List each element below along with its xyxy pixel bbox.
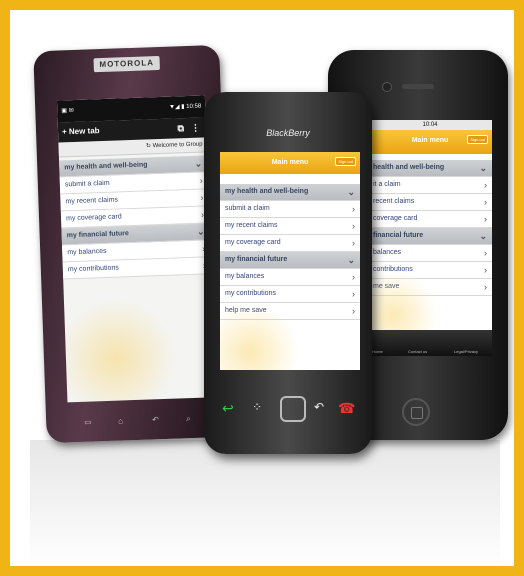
chevron-right-icon: › <box>352 238 355 248</box>
chevron-right-icon: › <box>352 272 355 282</box>
status-time: 10:04 <box>422 122 438 128</box>
motorola-logo: MOTOROLA <box>93 55 160 73</box>
chevron-down-icon: ⌄ <box>479 163 487 173</box>
menu-section-header[interactable]: financial future ⌄ <box>368 228 492 245</box>
blackberry-screen: Main menu Sign out my health and well-be… <box>220 152 360 370</box>
chevron-right-icon: › <box>484 180 487 190</box>
menu-item-label: submit a claim <box>64 179 110 189</box>
reflection <box>30 440 500 566</box>
chevron-right-icon: › <box>352 306 355 316</box>
menu-section-header[interactable]: health and well-being ⌄ <box>368 160 492 177</box>
menu-item[interactable]: my recent claims › <box>220 218 360 235</box>
trackpad[interactable] <box>280 396 306 422</box>
bb-menu-icon[interactable]: ⁘ <box>252 400 262 414</box>
home-button[interactable] <box>402 398 430 426</box>
back-nav-icon[interactable]: ↶ <box>152 415 162 424</box>
iphone-screen: 10:04 Main menu Sign out health and well… <box>368 120 492 356</box>
menu-item[interactable]: my balances › <box>220 269 360 286</box>
status-icons-right: ▼◢ ▮ 10:58 <box>168 103 202 111</box>
background-sun-graphic <box>56 296 179 403</box>
iphone-tab-bar: Home Contact us Legal/Privacy <box>368 330 492 356</box>
chevron-down-icon: ⌄ <box>194 158 203 169</box>
chevron-down-icon: ⌄ <box>347 255 355 265</box>
blackberry-device: BlackBerry Main menu Sign out my health … <box>204 92 372 454</box>
bb-key-row: ↩ ⁘ ↶ ☎ <box>214 388 362 432</box>
end-call-icon[interactable]: ☎ <box>338 400 355 417</box>
overflow-menu-icon[interactable]: ⋮ <box>191 118 201 138</box>
menu-item-label: coverage card <box>373 215 418 222</box>
menu-item-label: submit a claim <box>225 205 270 212</box>
tab-home[interactable]: Home <box>372 349 383 354</box>
tabs-icon[interactable]: ⧉ <box>177 118 184 138</box>
menu-item-label: my health and well-being <box>225 188 309 195</box>
menu-item-label: my coverage card <box>225 239 281 246</box>
photo-frame: 10:04 Main menu Sign out health and well… <box>0 0 524 576</box>
camera-icon <box>382 82 392 92</box>
new-tab-button[interactable]: + New tab <box>62 126 100 136</box>
menu-item-label: my coverage card <box>65 213 122 223</box>
motorola-screen: ▣ ✉ ▼◢ ▮ 10:58 + New tab ⧉ ⋮ ↻ Welcome t… <box>56 95 216 403</box>
chevron-right-icon: › <box>484 282 487 292</box>
chevron-right-icon: › <box>484 197 487 207</box>
menu-item-label: my balances <box>225 273 265 280</box>
menu-section-header[interactable]: my financial future ⌄ <box>220 252 360 269</box>
chevron-right-icon: › <box>484 214 487 224</box>
menu-item[interactable]: submit a claim › <box>220 201 360 218</box>
chevron-right-icon: › <box>352 289 355 299</box>
motorola-device: MOTOROLA ▣ ✉ ▼◢ ▮ 10:58 + New tab ⧉ ⋮ ↻ … <box>33 44 233 444</box>
menu-section-header[interactable]: my health and well-being ⌄ <box>220 184 360 201</box>
menu-item-label: it a claim <box>373 181 401 188</box>
chevron-right-icon: › <box>352 204 355 214</box>
menu-item[interactable]: my contributions › <box>220 286 360 303</box>
chevron-right-icon: › <box>484 265 487 275</box>
chevron-right-icon: › <box>484 248 487 258</box>
sign-out-button[interactable]: Sign out <box>467 135 488 144</box>
home-nav-icon[interactable]: ⌂ <box>118 416 128 425</box>
speaker-grille <box>402 84 434 89</box>
menu-item[interactable]: it a claim › <box>368 177 492 194</box>
menu-item-label: my contributions <box>225 290 276 297</box>
menu-item[interactable]: coverage card › <box>368 211 492 228</box>
menu-item-label: balances <box>373 249 402 256</box>
iphone-header-bar: Main menu Sign out <box>368 130 492 154</box>
blackberry-logo: BlackBerry <box>266 128 310 138</box>
menu-item-label: financial future <box>373 232 424 239</box>
menu-item[interactable]: my coverage card › <box>220 235 360 252</box>
search-nav-icon[interactable]: ⌕ <box>186 414 196 423</box>
menu-item[interactable]: balances › <box>368 245 492 262</box>
menu-item-label: my balances <box>67 247 107 257</box>
menu-item-label: my financial future <box>225 256 288 263</box>
chevron-down-icon: ⌄ <box>347 187 355 197</box>
menu-nav-icon[interactable]: ▭ <box>84 417 94 427</box>
menu-item-label: my recent claims <box>225 222 278 229</box>
menu-item-label: my financial future <box>66 230 129 240</box>
status-icons-left: ▣ ✉ <box>61 107 74 115</box>
tab-contact-us[interactable]: Contact us <box>408 349 427 354</box>
sign-out-button[interactable]: Sign out <box>335 157 356 166</box>
iphone-status-bar: 10:04 <box>368 120 492 130</box>
back-icon[interactable]: ↶ <box>314 400 324 414</box>
bb-header-bar: Main menu Sign out <box>220 152 360 174</box>
chevron-right-icon: › <box>199 175 204 186</box>
menu-item-label: health and well-being <box>373 164 445 171</box>
chevron-down-icon: ⌄ <box>479 231 487 241</box>
menu-item-label: my health and well-being <box>64 161 148 172</box>
menu-item-label: recent claims <box>373 198 415 205</box>
tab-legal-privacy[interactable]: Legal/Privacy <box>454 349 478 354</box>
chevron-right-icon: › <box>352 221 355 231</box>
url-text: Welcome to Group <box>152 141 203 150</box>
call-icon[interactable]: ↩ <box>222 400 234 417</box>
menu-item-label: my recent claims <box>65 196 119 206</box>
menu-item[interactable]: recent claims › <box>368 194 492 211</box>
menu-item-label: my contributions <box>67 264 119 274</box>
